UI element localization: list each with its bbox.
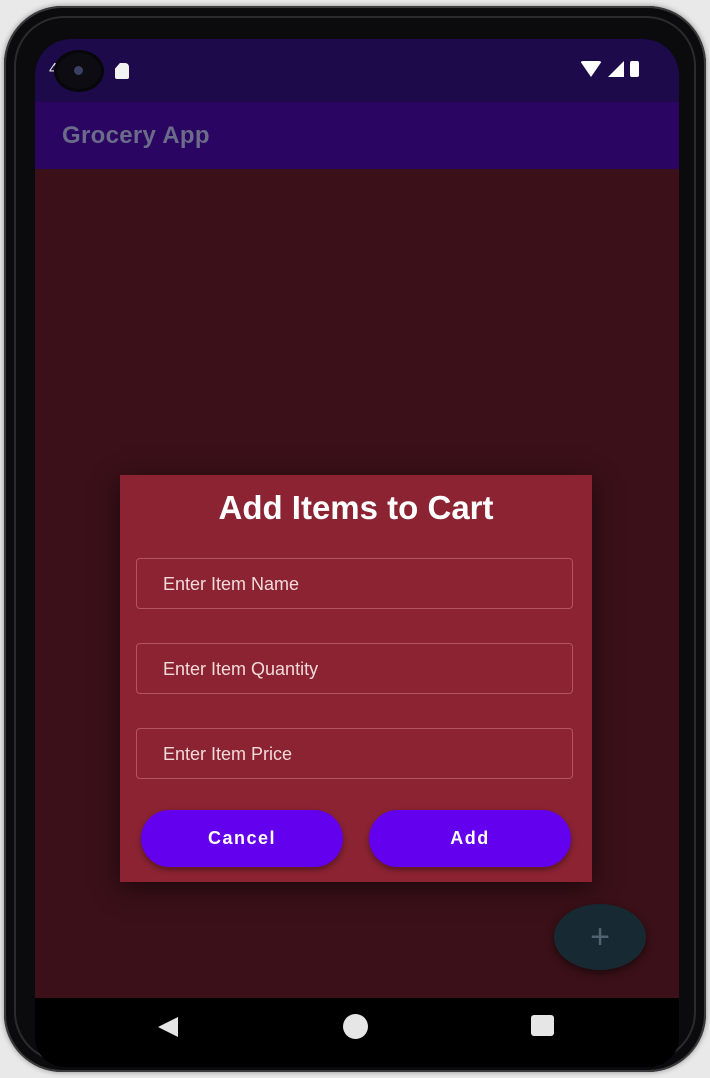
content-area: Add Items to Cart Enter Item Name Enter … [35,169,679,998]
sd-card-icon [115,63,129,79]
add-item-fab[interactable]: + [554,904,646,970]
item-name-placeholder: Enter Item Name [163,574,300,594]
add-button[interactable]: Add [369,810,571,867]
plus-icon: + [590,918,610,956]
wifi-icon [580,61,602,77]
add-items-dialog: Add Items to Cart Enter Item Name Enter … [120,475,592,882]
recents-icon[interactable] [531,1015,554,1036]
navigation-bar [35,998,679,1067]
camera-icon [57,53,101,89]
status-bar: 4 [35,39,679,102]
item-quantity-field[interactable]: Enter Item Quantity [136,643,573,694]
battery-icon [630,61,639,77]
phone-frame: 4 Grocery App Add Items to Cart Enter It… [4,6,706,1072]
app-bar: Grocery App [35,102,679,169]
item-price-field[interactable]: Enter Item Price [136,728,573,779]
home-icon[interactable] [343,1014,368,1039]
dialog-title: Add Items to Cart [218,489,494,526]
back-icon[interactable] [158,1017,178,1037]
status-icons [580,61,639,77]
item-name-field[interactable]: Enter Item Name [136,558,573,609]
cancel-button[interactable]: Cancel [141,810,343,867]
app-title: Grocery App [62,122,210,149]
signal-icon [608,61,624,77]
screen: 4 Grocery App Add Items to Cart Enter It… [35,39,679,1067]
item-price-placeholder: Enter Item Price [163,744,293,764]
item-quantity-placeholder: Enter Item Quantity [163,659,319,679]
